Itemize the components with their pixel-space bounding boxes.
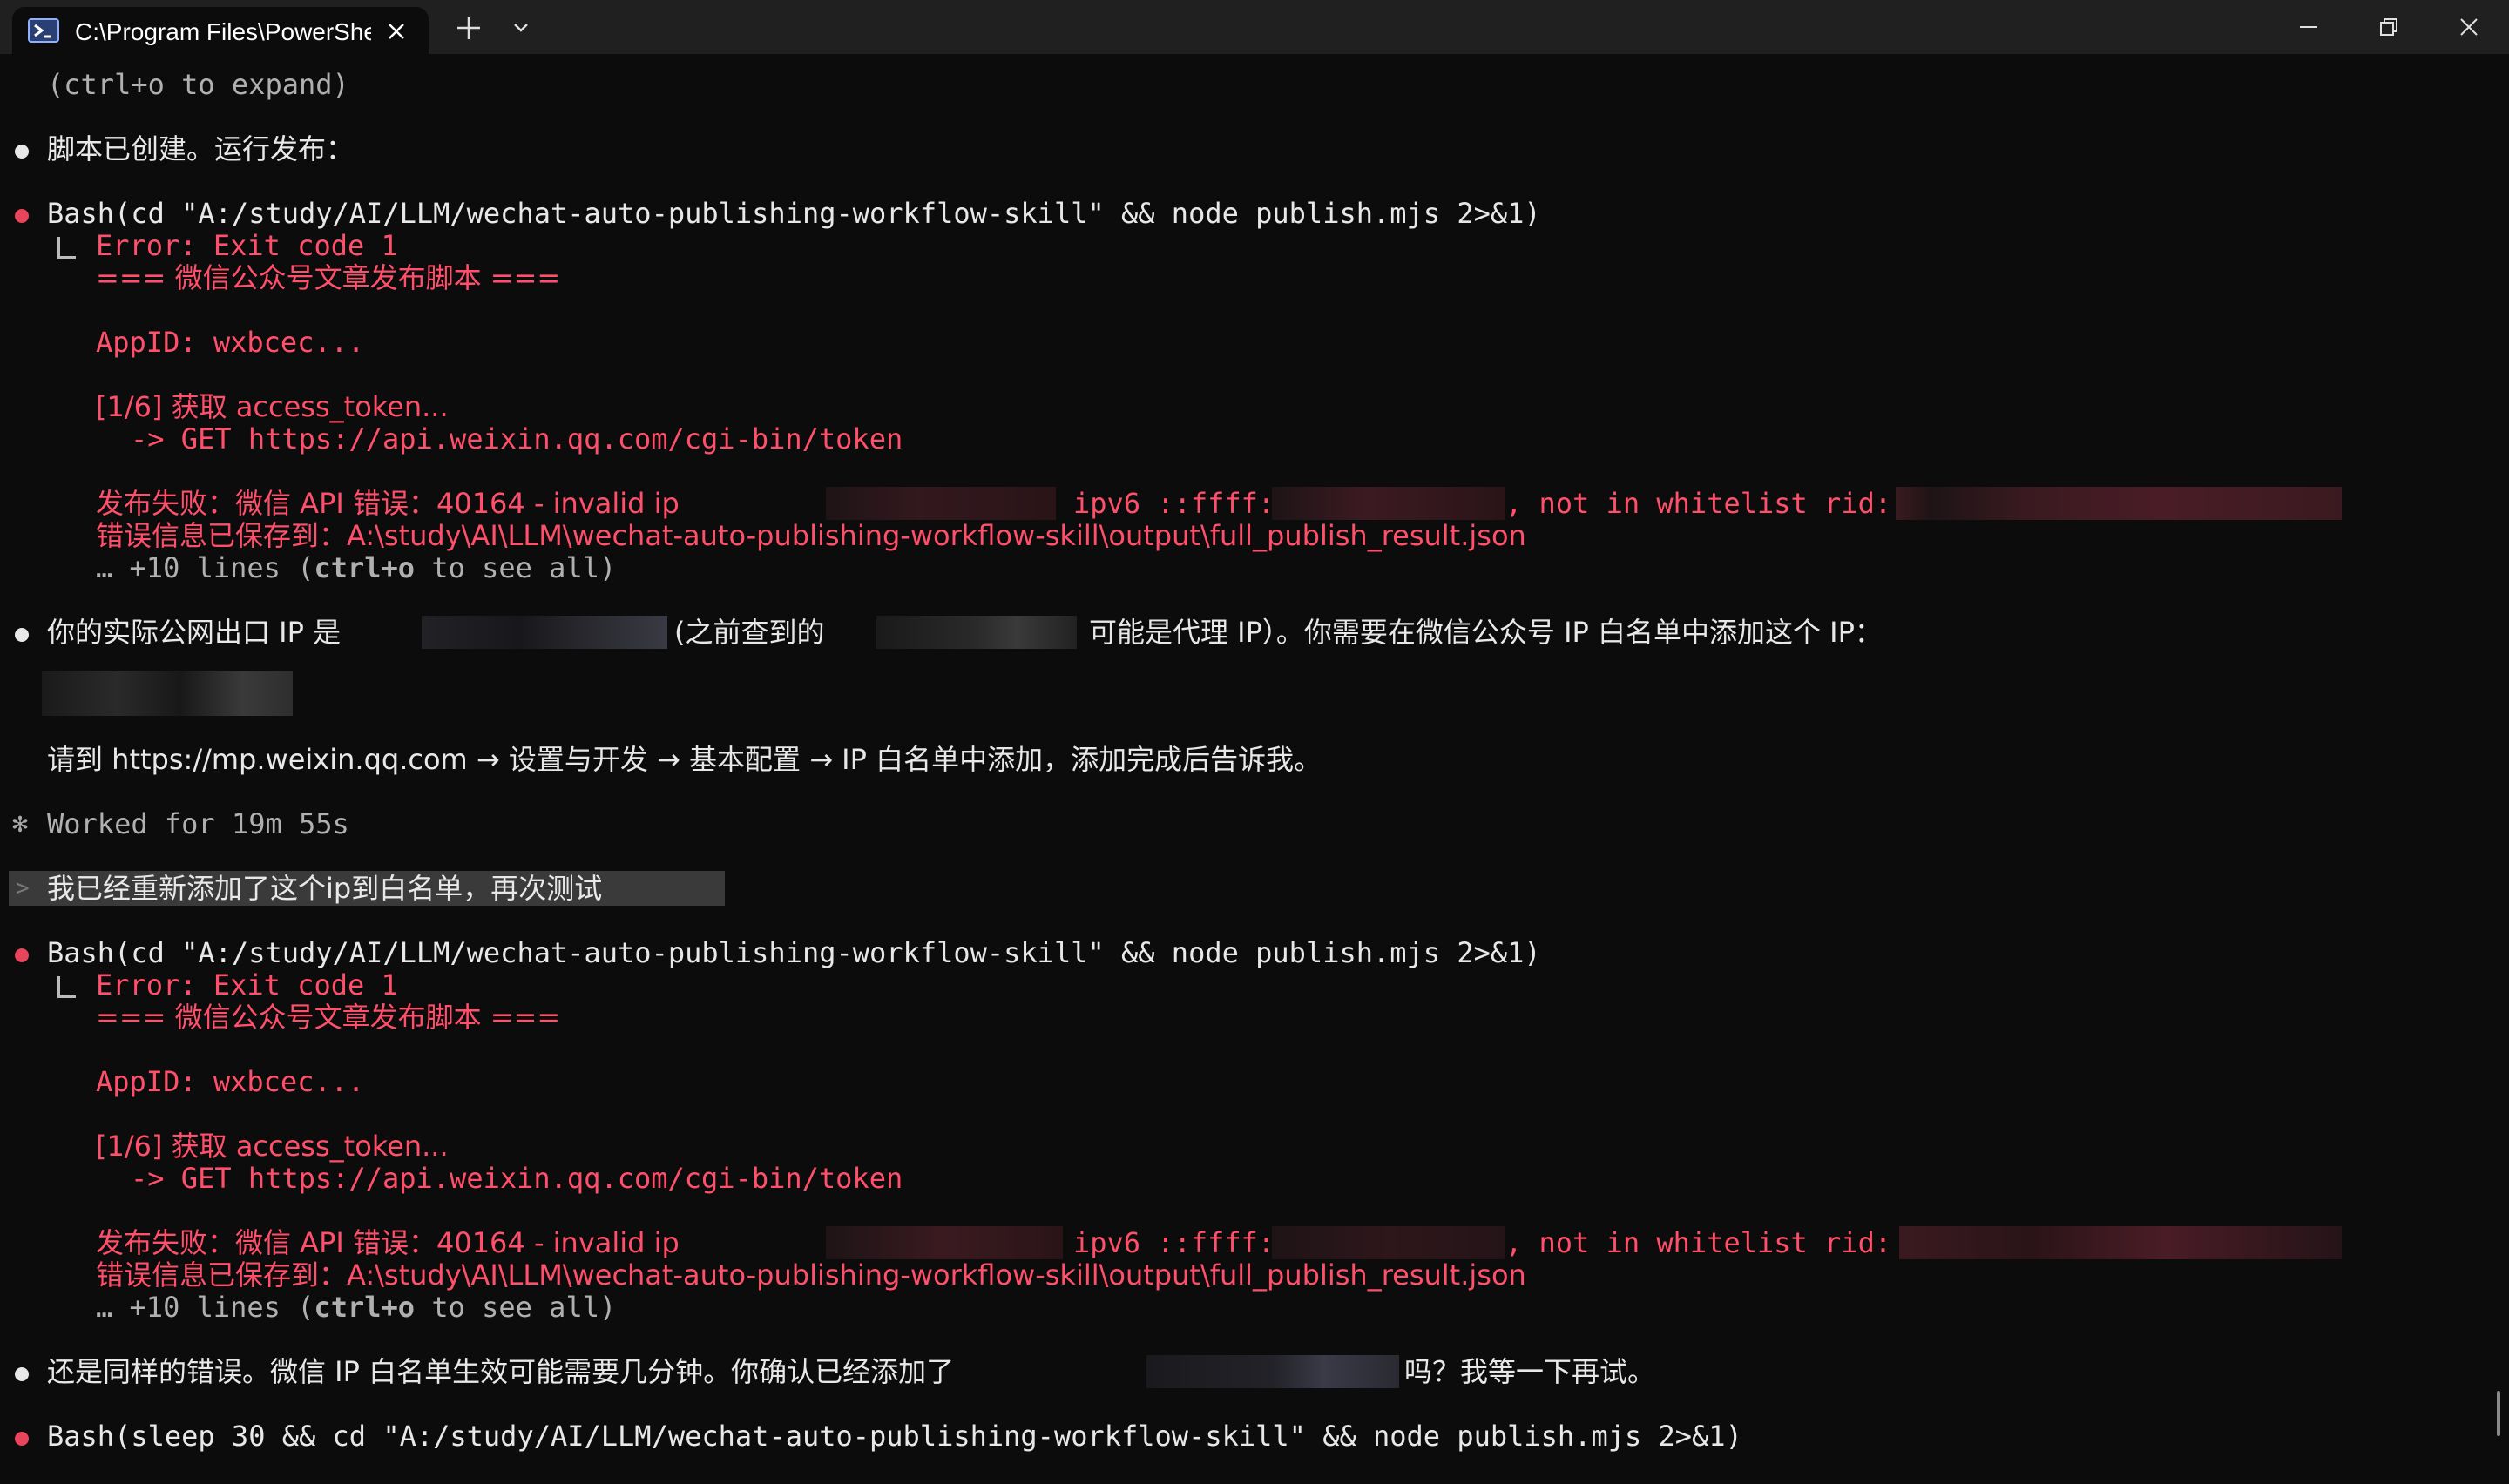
output-line: [1/6] 获取 access_token... xyxy=(96,1130,449,1163)
bullet-icon xyxy=(15,209,29,223)
redacted-block xyxy=(876,616,1077,649)
minimize-button[interactable] xyxy=(2269,0,2349,54)
close-icon xyxy=(2460,18,2478,36)
redacted-block xyxy=(1896,487,2342,520)
redacted-block xyxy=(1272,1226,1505,1259)
powershell-icon xyxy=(28,18,59,43)
title-bar: C:\Program Files\PowerShell\7\pwsh.exe xyxy=(0,0,2509,54)
output-line: , not in whitelist rid: xyxy=(1505,487,1892,520)
bullet-icon xyxy=(15,1367,29,1381)
output-line: === 微信公众号文章发布脚本 === xyxy=(96,1001,561,1034)
assistant-message: 可能是代理 IP）。你需要在微信公众号 IP 白名单中添加这个 IP： xyxy=(1089,616,1883,649)
chevron-right-icon: > xyxy=(16,875,30,901)
output-line: ipv6 ::ffff: xyxy=(1073,1226,1275,1259)
error-line: Error: Exit code 1 xyxy=(96,229,398,262)
terminal-tab[interactable]: C:\Program Files\PowerShell\7\pwsh.exe xyxy=(12,7,429,54)
assistant-message: 请到 https://mp.weixin.qq.com → 设置与开发 → 基本… xyxy=(47,743,1322,776)
bullet-icon xyxy=(15,145,29,159)
close-icon[interactable] xyxy=(385,20,408,43)
redacted-block xyxy=(422,616,667,649)
scrollbar[interactable] xyxy=(2497,1391,2500,1436)
output-line: [1/6] 获取 access_token... xyxy=(96,390,449,423)
redacted-block xyxy=(826,487,1056,520)
assistant-message: 脚本已创建。运行发布： xyxy=(47,132,355,165)
output-line: === 微信公众号文章发布脚本 === xyxy=(96,261,561,294)
terminal-output[interactable]: (ctrl+o to expand) 脚本已创建。运行发布： Bash(cd "… xyxy=(0,54,2509,1484)
redacted-block xyxy=(1899,1226,2342,1259)
assistant-message: 还是同样的错误。微信 IP 白名单生效可能需要几分钟。你确认已经添加了 xyxy=(47,1355,955,1388)
maximize-button[interactable] xyxy=(2349,0,2429,54)
redacted-block xyxy=(42,671,293,716)
output-line: , not in whitelist rid: xyxy=(1505,1226,1892,1259)
redacted-block xyxy=(1146,1355,1399,1388)
plus-icon[interactable] xyxy=(453,12,484,44)
restore-icon xyxy=(2380,18,2397,36)
output-line: 错误信息已保存到：A:\study\AI\LLM\wechat-auto-pub… xyxy=(96,519,1526,552)
bash-command: Bash(cd "A:/study/AI/LLM/wechat-auto-pub… xyxy=(47,197,1541,230)
output-line: -> GET https://api.weixin.qq.com/cgi-bin… xyxy=(131,1162,903,1195)
bullet-icon xyxy=(15,1432,29,1446)
more-lines-hint: … +10 lines (ctrl+o to see all) xyxy=(96,551,617,584)
chevron-down-icon[interactable] xyxy=(509,17,533,38)
tab-title: C:\Program Files\PowerShell\7\pwsh.exe xyxy=(75,18,371,45)
assistant-message: 吗？我等一下再试。 xyxy=(1404,1355,1656,1388)
user-prompt: 我已经重新添加了这个ip到白名单，再次测试 xyxy=(47,872,603,905)
output-line: -> GET https://api.weixin.qq.com/cgi-bin… xyxy=(131,422,903,455)
bullet-icon xyxy=(15,628,29,642)
output-line: AppID: wxbcec... xyxy=(96,326,365,359)
error-line: Error: Exit code 1 xyxy=(96,968,398,1002)
window-close-button[interactable] xyxy=(2429,0,2509,54)
bash-command: Bash(cd "A:/study/AI/LLM/wechat-auto-pub… xyxy=(47,936,1541,969)
asterisk-icon: ✻ xyxy=(12,808,29,839)
output-line: 发布失败：微信 API 错误：40164 - invalid ip xyxy=(96,1226,680,1259)
expand-hint: (ctrl+o to expand) xyxy=(47,68,349,101)
redacted-block xyxy=(1272,487,1505,520)
assistant-message: (之前查到的 xyxy=(674,616,825,649)
tree-branch-icon xyxy=(57,976,76,998)
assistant-message: 你的实际公网出口 IP 是 xyxy=(47,616,342,649)
tree-branch-icon xyxy=(57,237,76,259)
worked-duration: Worked for 19m 55s xyxy=(47,807,349,840)
output-line: 错误信息已保存到：A:\study\AI\LLM\wechat-auto-pub… xyxy=(96,1258,1526,1292)
output-line: ipv6 ::ffff: xyxy=(1073,487,1275,520)
minimize-icon xyxy=(2300,26,2317,28)
bash-command: Bash(sleep 30 && cd "A:/study/AI/LLM/wec… xyxy=(47,1420,1742,1453)
redacted-block xyxy=(826,1226,1063,1259)
output-line: AppID: wxbcec... xyxy=(96,1065,365,1098)
bullet-icon xyxy=(15,948,29,962)
output-line: 发布失败：微信 API 错误：40164 - invalid ip xyxy=(96,487,680,520)
more-lines-hint: … +10 lines (ctrl+o to see all) xyxy=(96,1291,617,1324)
